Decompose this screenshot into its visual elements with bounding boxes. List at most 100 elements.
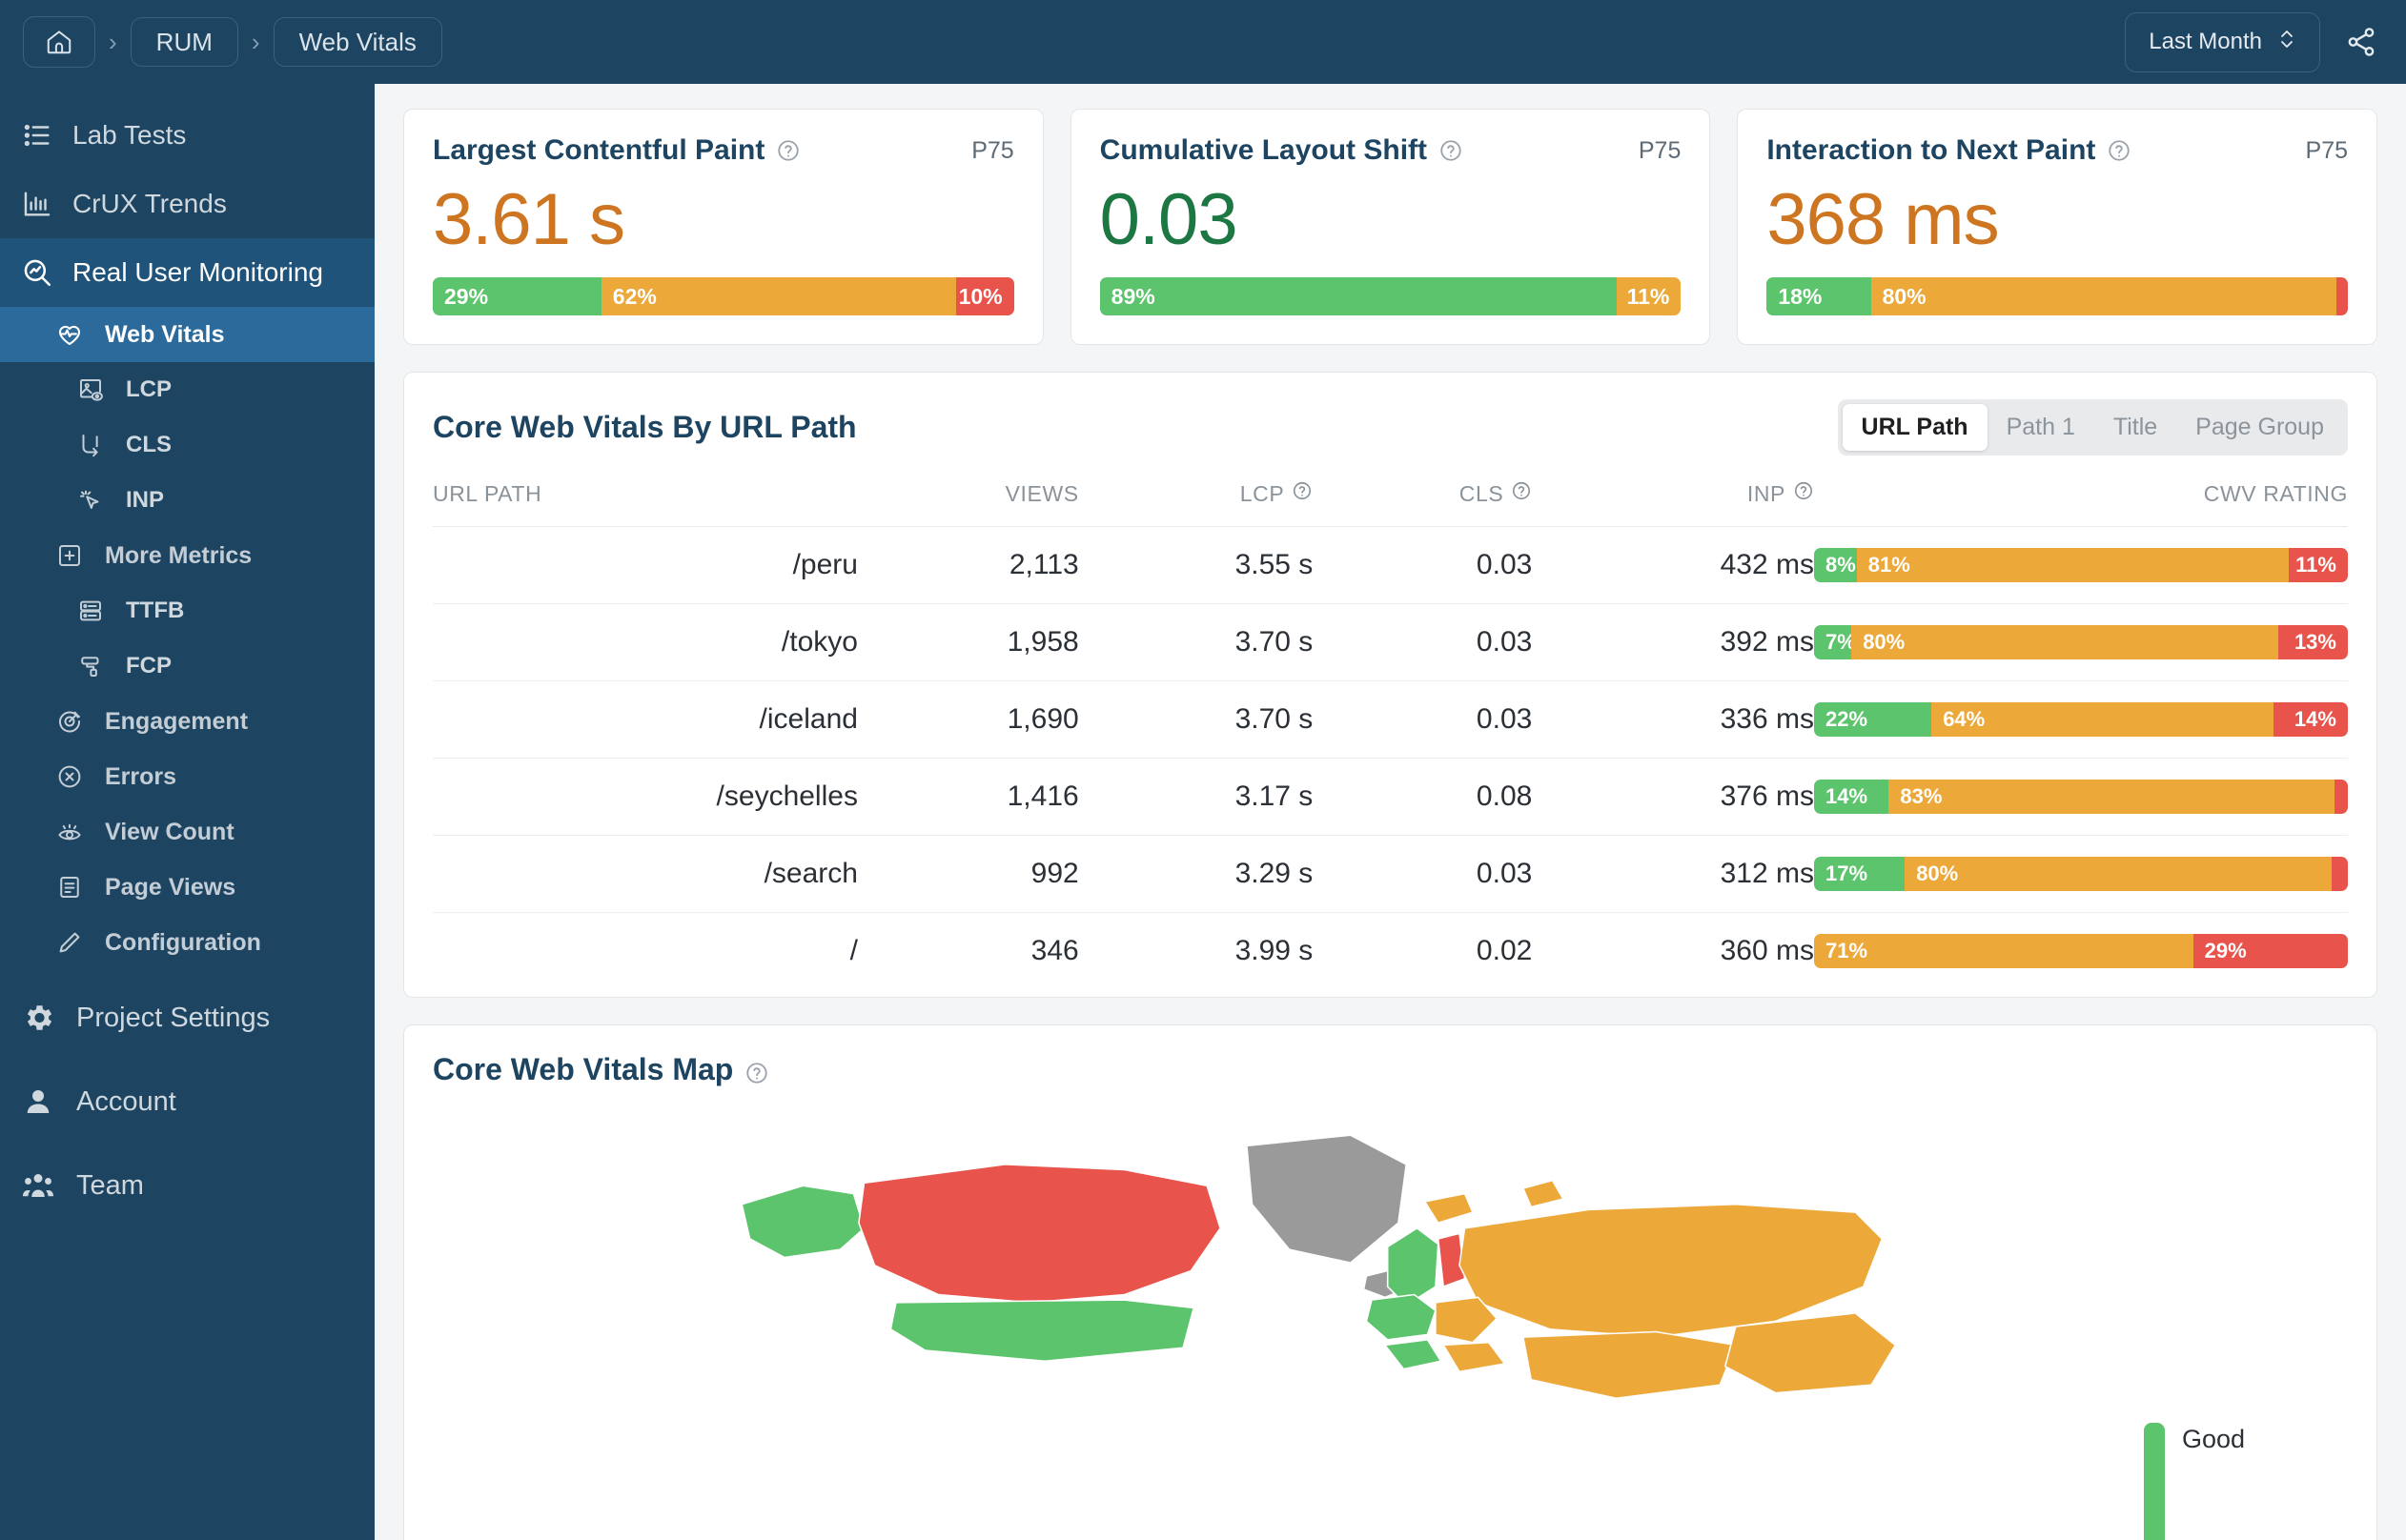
map-legend: Good: [2143, 1423, 2245, 1540]
help-circle-icon[interactable]: [1511, 480, 1532, 507]
column-header-lcp-label: LCP: [1239, 480, 1285, 506]
list-icon: [21, 119, 53, 152]
column-header-inp[interactable]: INP: [1532, 480, 1814, 527]
table-row[interactable]: /search 992 3.29 s 0.03 312 ms 17% 80%: [433, 835, 2348, 913]
help-circle-icon[interactable]: [1292, 480, 1313, 507]
row-rating-bar: 8% 81% 11%: [1814, 548, 2348, 582]
sidebar-item-label: CrUX Trends: [72, 189, 227, 218]
column-header-lcp[interactable]: LCP: [1078, 480, 1314, 527]
cell-lcp: 3.29 s: [1078, 835, 1314, 913]
sidebar-item-errors[interactable]: Errors: [0, 749, 375, 804]
table-row[interactable]: /tokyo 1,958 3.70 s 0.03 392 ms 7% 80% 1…: [433, 603, 2348, 681]
main-content: Largest Contentful Paint P75 3.61 s 29% …: [375, 84, 2406, 1540]
table-row[interactable]: /peru 2,113 3.55 s 0.03 432 ms 8% 81% 11…: [433, 526, 2348, 604]
cell-cwv-rating: 7% 80% 13%: [1814, 603, 2348, 681]
sidebar-item-crux-trends[interactable]: CrUX Trends: [0, 170, 375, 238]
sidebar-item-label: Project Settings: [76, 1002, 271, 1033]
sidebar-item-label: INP: [126, 487, 165, 513]
rating-segment-poor: 29%: [2192, 934, 2348, 968]
sidebar-item-more-metrics[interactable]: More Metrics: [0, 528, 375, 583]
share-icon[interactable]: [2345, 26, 2377, 58]
column-header-views[interactable]: VIEWS: [857, 480, 1079, 527]
rating-segment-needs-improvement: 83%: [1888, 780, 2335, 814]
sidebar-item-label: Configuration: [105, 928, 261, 956]
metric-card-title: Interaction to Next Paint: [1766, 134, 2096, 166]
breadcrumb-item-web-vitals[interactable]: Web Vitals: [273, 17, 442, 67]
sidebar-item-lcp[interactable]: LCP: [0, 362, 375, 417]
sidebar-item-inp[interactable]: INP: [0, 473, 375, 528]
cwv-map-panel: Core Web Vitals Map Good: [403, 1024, 2377, 1540]
table-header-row: URL PATH VIEWS LCP CLS INP CWV RATING: [433, 480, 2348, 527]
sidebar-item-account[interactable]: Account: [0, 1060, 375, 1144]
rating-segment-good: 8%: [1814, 548, 1857, 582]
column-header-cwv-rating[interactable]: CWV RATING: [1814, 480, 2348, 527]
tab-page-group[interactable]: Page Group: [2176, 404, 2343, 451]
sidebar-item-real-user-monitoring[interactable]: Real User Monitoring: [0, 238, 375, 307]
breadcrumb-home-button[interactable]: [23, 16, 95, 68]
tab-title[interactable]: Title: [2094, 404, 2176, 451]
column-header-cls-label: CLS: [1458, 480, 1504, 506]
tab-url-path[interactable]: URL Path: [1842, 404, 1988, 451]
cell-inp: 360 ms: [1720, 935, 1814, 966]
sidebar-item-project-settings[interactable]: Project Settings: [0, 976, 375, 1060]
world-map-svg[interactable]: [433, 1101, 2348, 1539]
help-circle-icon[interactable]: [2107, 138, 2131, 163]
pencil-icon: [55, 928, 84, 957]
cell-cls: 0.03: [1313, 526, 1533, 604]
sidebar-item-configuration[interactable]: Configuration: [0, 915, 375, 970]
sidebar-item-ttfb[interactable]: TTFB: [0, 583, 375, 638]
metric-card-header: Interaction to Next Paint P75: [1766, 134, 2348, 167]
top-bar: › RUM › Web Vitals Last Month: [0, 0, 2406, 84]
help-circle-icon[interactable]: [776, 138, 801, 163]
breadcrumb-item-rum[interactable]: RUM: [130, 17, 238, 67]
table-row[interactable]: /seychelles 1,416 3.17 s 0.08 376 ms 14%…: [433, 758, 2348, 836]
panel-header: Core Web Vitals By URL Path URL Path Pat…: [433, 399, 2348, 456]
date-range-label: Last Month: [2149, 29, 2262, 54]
rating-segment-needs-improvement: 80%: [1905, 857, 2333, 891]
sidebar-item-web-vitals[interactable]: Web Vitals: [0, 307, 375, 362]
cell-cwv-rating: 17% 80%: [1814, 835, 2348, 913]
cell-inp: 312 ms: [1532, 835, 1814, 913]
cell-url-path: /: [849, 935, 858, 966]
legend-label-good: Good: [2181, 1425, 2245, 1453]
tab-path-1[interactable]: Path 1: [1988, 404, 2094, 451]
sidebar-item-lab-tests[interactable]: Lab Tests: [0, 101, 375, 170]
table-row[interactable]: /iceland 1,690 3.70 s 0.03 336 ms 22% 64…: [433, 680, 2348, 759]
paint-roller-icon: [76, 652, 105, 680]
metric-card-inp: Interaction to Next Paint P75 368 ms 18%…: [1737, 109, 2378, 345]
sidebar-item-cls[interactable]: CLS: [0, 417, 375, 473]
rating-segment-poor: 13%: [2278, 625, 2348, 659]
cell-lcp: 3.55 s: [1078, 526, 1314, 604]
metric-card-lcp: Largest Contentful Paint P75 3.61 s 29% …: [403, 109, 1044, 345]
cell-lcp: 3.17 s: [1078, 758, 1314, 836]
cell-inp: 336 ms: [1532, 680, 1814, 759]
date-range-selector[interactable]: Last Month: [2125, 11, 2320, 72]
lcp-distribution-bar: 29% 62% 10%: [433, 277, 1014, 315]
table-row[interactable]: / 346 3.99 s 0.02 360 ms 71% 29%: [433, 913, 2348, 990]
help-circle-icon[interactable]: [744, 1058, 769, 1084]
sidebar-item-engagement[interactable]: Engagement: [0, 694, 375, 749]
column-header-cls[interactable]: CLS: [1313, 480, 1533, 527]
sidebar-item-view-count[interactable]: View Count: [0, 804, 375, 860]
sidebar-item-label: TTFB: [126, 598, 185, 623]
heart-pulse-icon: [55, 320, 84, 349]
sidebar-item-team[interactable]: Team: [0, 1144, 375, 1227]
panel-title-wrap: Core Web Vitals By URL Path: [433, 410, 857, 445]
distribution-segment-needs-improvement: 62%: [601, 277, 956, 315]
column-header-url-path[interactable]: URL PATH: [433, 480, 858, 527]
help-circle-icon[interactable]: [1793, 480, 1814, 507]
world-map[interactable]: Good: [433, 1101, 2348, 1540]
row-rating-bar: 22% 64% 14%: [1814, 702, 2348, 737]
metric-card-header: Cumulative Layout Shift P75: [1100, 134, 1682, 167]
distribution-segment-needs-improvement: 11%: [1617, 277, 1682, 315]
sidebar-item-page-views[interactable]: Page Views: [0, 860, 375, 915]
sidebar-bottom-group: Project Settings Account Team: [0, 976, 375, 1227]
grouping-tab-group: URL Path Path 1 Title Page Group: [1837, 399, 2348, 456]
metric-card-value: 3.61 s: [433, 179, 625, 260]
people-icon: [21, 1168, 55, 1203]
map-panel-title: Core Web Vitals Map: [433, 1052, 734, 1086]
breadcrumb: › RUM › Web Vitals: [23, 16, 442, 68]
help-circle-icon[interactable]: [1438, 138, 1463, 163]
sidebar-item-fcp[interactable]: FCP: [0, 638, 375, 694]
sidebar-item-label: Account: [76, 1085, 176, 1117]
